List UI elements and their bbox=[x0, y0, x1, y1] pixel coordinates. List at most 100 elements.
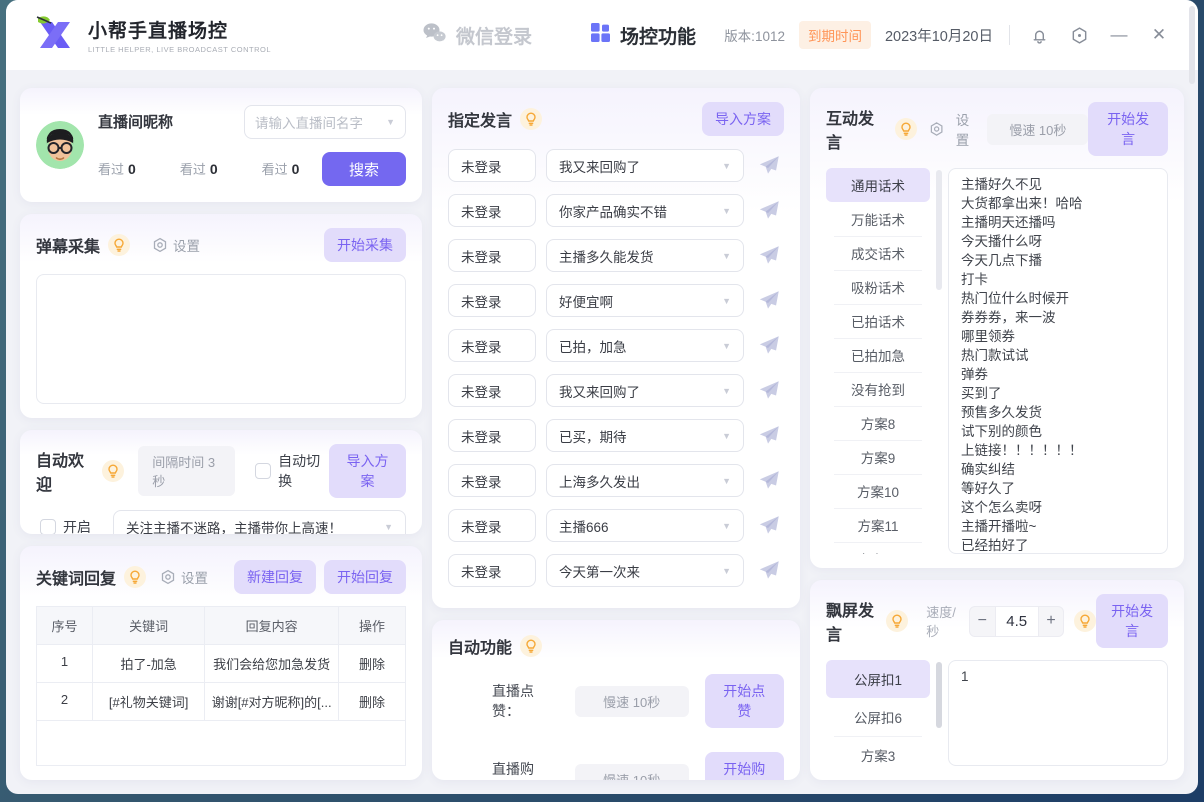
danmu-collect-card: 弹幕采集 设置 开始采集 bbox=[20, 214, 422, 418]
delete-link[interactable]: 删除 bbox=[339, 683, 405, 721]
floating-phrase-list[interactable]: 1 bbox=[948, 660, 1168, 766]
tab-plan11[interactable]: 方案11 bbox=[826, 508, 930, 542]
settings-label: 设置 bbox=[173, 235, 200, 255]
phrase-select[interactable]: 已买，期待▼ bbox=[546, 419, 744, 452]
phrase-select[interactable]: 主播多久能发货▼ bbox=[546, 239, 744, 272]
designated-import-button[interactable]: 导入方案 bbox=[702, 102, 784, 136]
phrase-select[interactable]: 已拍，加急▼ bbox=[546, 329, 744, 362]
send-icon[interactable] bbox=[754, 468, 784, 494]
bulb-icon[interactable] bbox=[108, 234, 130, 256]
danmu-settings-button[interactable]: 设置 bbox=[152, 235, 200, 255]
auto-switch-checkbox[interactable] bbox=[255, 463, 271, 479]
bulb-icon[interactable] bbox=[1074, 610, 1096, 632]
interactive-phrase-list[interactable]: 主播好久不见 大货都拿出来！哈哈 主播明天还播吗 今天播什么呀 今天几点下播 打… bbox=[948, 168, 1168, 554]
tab-deal[interactable]: 成交话术 bbox=[826, 236, 930, 270]
tab-plan12[interactable]: 方案12 bbox=[826, 542, 930, 554]
gear-icon[interactable] bbox=[1066, 22, 1092, 48]
send-icon[interactable] bbox=[754, 153, 784, 179]
send-icon[interactable] bbox=[754, 333, 784, 359]
interval-chip[interactable]: 间隔时间 3秒 bbox=[138, 446, 235, 496]
wechat-login-button[interactable]: 微信登录 bbox=[421, 21, 532, 50]
app-subtitle: LITTLE HELPER, LIVE BROADCAST CONTROL bbox=[88, 45, 271, 54]
welcome-phrase-select[interactable]: 关注主播不迷路，主播带你上高速！ ▼ bbox=[113, 510, 406, 534]
auto-like-speed-chip[interactable]: 慢速 10秒 bbox=[575, 686, 689, 717]
tabs-scrollbar[interactable] bbox=[936, 660, 942, 766]
tab-universal[interactable]: 万能话术 bbox=[826, 202, 930, 236]
tab-missed[interactable]: 没有抢到 bbox=[826, 372, 930, 406]
tab-field-control[interactable]: 场控功能 bbox=[590, 22, 696, 49]
new-reply-button[interactable]: 新建回复 bbox=[234, 560, 316, 594]
tab-ordered[interactable]: 已拍话术 bbox=[826, 304, 930, 338]
interactive-settings-button[interactable]: 设置 bbox=[929, 109, 975, 149]
interactive-tab-list: 通用话术 万能话术 成交话术 吸粉话术 已拍话术 已拍加急 没有抢到 方案8 方… bbox=[826, 168, 930, 554]
send-icon[interactable] bbox=[754, 558, 784, 584]
tabs-scrollbar[interactable] bbox=[936, 168, 942, 554]
designated-speech-card: 指定发言 导入方案 未登录 我又来回购了▼ 未登录 你家产品确实不错▼ bbox=[432, 88, 800, 608]
auto-buy-speed-chip[interactable]: 慢速 10秒 bbox=[575, 764, 689, 781]
wechat-icon bbox=[421, 21, 447, 50]
interactive-speed-chip[interactable]: 慢速 10秒 bbox=[987, 114, 1088, 145]
caret-down-icon: ▼ bbox=[722, 161, 731, 171]
bell-icon[interactable] bbox=[1026, 22, 1052, 48]
search-button[interactable]: 搜索 bbox=[322, 152, 406, 186]
bulb-icon[interactable] bbox=[102, 460, 124, 482]
bulb-icon[interactable] bbox=[886, 610, 908, 632]
bulb-icon[interactable] bbox=[895, 118, 917, 140]
settings-label: 设置 bbox=[950, 109, 976, 149]
tab-screen1[interactable]: 公屏扣1 bbox=[826, 660, 930, 698]
login-status: 未登录 bbox=[448, 149, 536, 182]
phrase-select[interactable]: 你家产品确实不错▼ bbox=[546, 194, 744, 227]
room-name-select[interactable]: 请输入直播间名字 ▼ bbox=[244, 105, 406, 139]
designated-row: 未登录 我又来回购了▼ bbox=[448, 374, 784, 407]
interactive-speech-card: 互动发言 设置 慢速 10秒 开始发言 通用话术 万能话术 成交话 bbox=[810, 88, 1184, 568]
tab-general[interactable]: 通用话术 bbox=[826, 168, 930, 202]
interactive-start-button[interactable]: 开始发言 bbox=[1088, 102, 1168, 156]
keyword-settings-button[interactable]: 设置 bbox=[160, 567, 208, 587]
phrase-select[interactable]: 上海多久发出▼ bbox=[546, 464, 744, 497]
phrase-select[interactable]: 主播666▼ bbox=[546, 509, 744, 542]
start-like-button[interactable]: 开始点赞 bbox=[705, 674, 784, 728]
stat-viewed: 看过0 bbox=[262, 159, 300, 178]
login-status: 未登录 bbox=[448, 509, 536, 542]
login-status: 未登录 bbox=[448, 554, 536, 587]
designated-row: 未登录 今天第一次来▼ bbox=[448, 554, 784, 587]
designated-row: 未登录 我又来回购了▼ bbox=[448, 149, 784, 182]
delete-link[interactable]: 删除 bbox=[339, 645, 405, 683]
send-icon[interactable] bbox=[754, 198, 784, 224]
tab-fans[interactable]: 吸粉话术 bbox=[826, 270, 930, 304]
send-icon[interactable] bbox=[754, 513, 784, 539]
bulb-icon[interactable] bbox=[124, 566, 146, 588]
start-collect-button[interactable]: 开始采集 bbox=[324, 228, 406, 262]
speed-decrease-button[interactable]: − bbox=[970, 607, 994, 636]
welcome-import-button[interactable]: 导入方案 bbox=[329, 444, 406, 498]
bulb-icon[interactable] bbox=[520, 108, 542, 130]
tab-ordered-urgent[interactable]: 已拍加急 bbox=[826, 338, 930, 372]
tab-plan9[interactable]: 方案9 bbox=[826, 440, 930, 474]
phrase-select[interactable]: 今天第一次来▼ bbox=[546, 554, 744, 587]
phrase-select[interactable]: 好便宜啊▼ bbox=[546, 284, 744, 317]
tab-plan3[interactable]: 方案3 bbox=[826, 736, 930, 766]
phrase-select[interactable]: 我又来回购了▼ bbox=[546, 374, 744, 407]
tab-plan8[interactable]: 方案8 bbox=[826, 406, 930, 440]
start-buy-button[interactable]: 开始购买 bbox=[705, 752, 784, 780]
send-icon[interactable] bbox=[754, 243, 784, 269]
danmu-output-area[interactable] bbox=[36, 274, 406, 404]
speed-value[interactable]: 4.5 bbox=[995, 607, 1039, 636]
tab-screen6[interactable]: 公屏扣6 bbox=[826, 698, 930, 736]
login-status: 未登录 bbox=[448, 194, 536, 227]
floating-start-button[interactable]: 开始发言 bbox=[1096, 594, 1168, 648]
caret-down-icon: ▼ bbox=[722, 251, 731, 261]
tab-plan10[interactable]: 方案10 bbox=[826, 474, 930, 508]
interactive-title: 互动发言 bbox=[826, 105, 887, 153]
send-icon[interactable] bbox=[754, 288, 784, 314]
start-reply-button[interactable]: 开始回复 bbox=[324, 560, 406, 594]
enable-checkbox[interactable] bbox=[40, 519, 56, 534]
bulb-icon[interactable] bbox=[520, 635, 542, 657]
send-icon[interactable] bbox=[754, 423, 784, 449]
send-icon[interactable] bbox=[754, 378, 784, 404]
caret-down-icon: ▼ bbox=[722, 566, 731, 576]
minimize-icon[interactable]: — bbox=[1106, 22, 1132, 48]
phrase-select[interactable]: 我又来回购了▼ bbox=[546, 149, 744, 182]
close-icon[interactable]: ✕ bbox=[1146, 22, 1172, 48]
speed-increase-button[interactable]: + bbox=[1039, 607, 1063, 636]
